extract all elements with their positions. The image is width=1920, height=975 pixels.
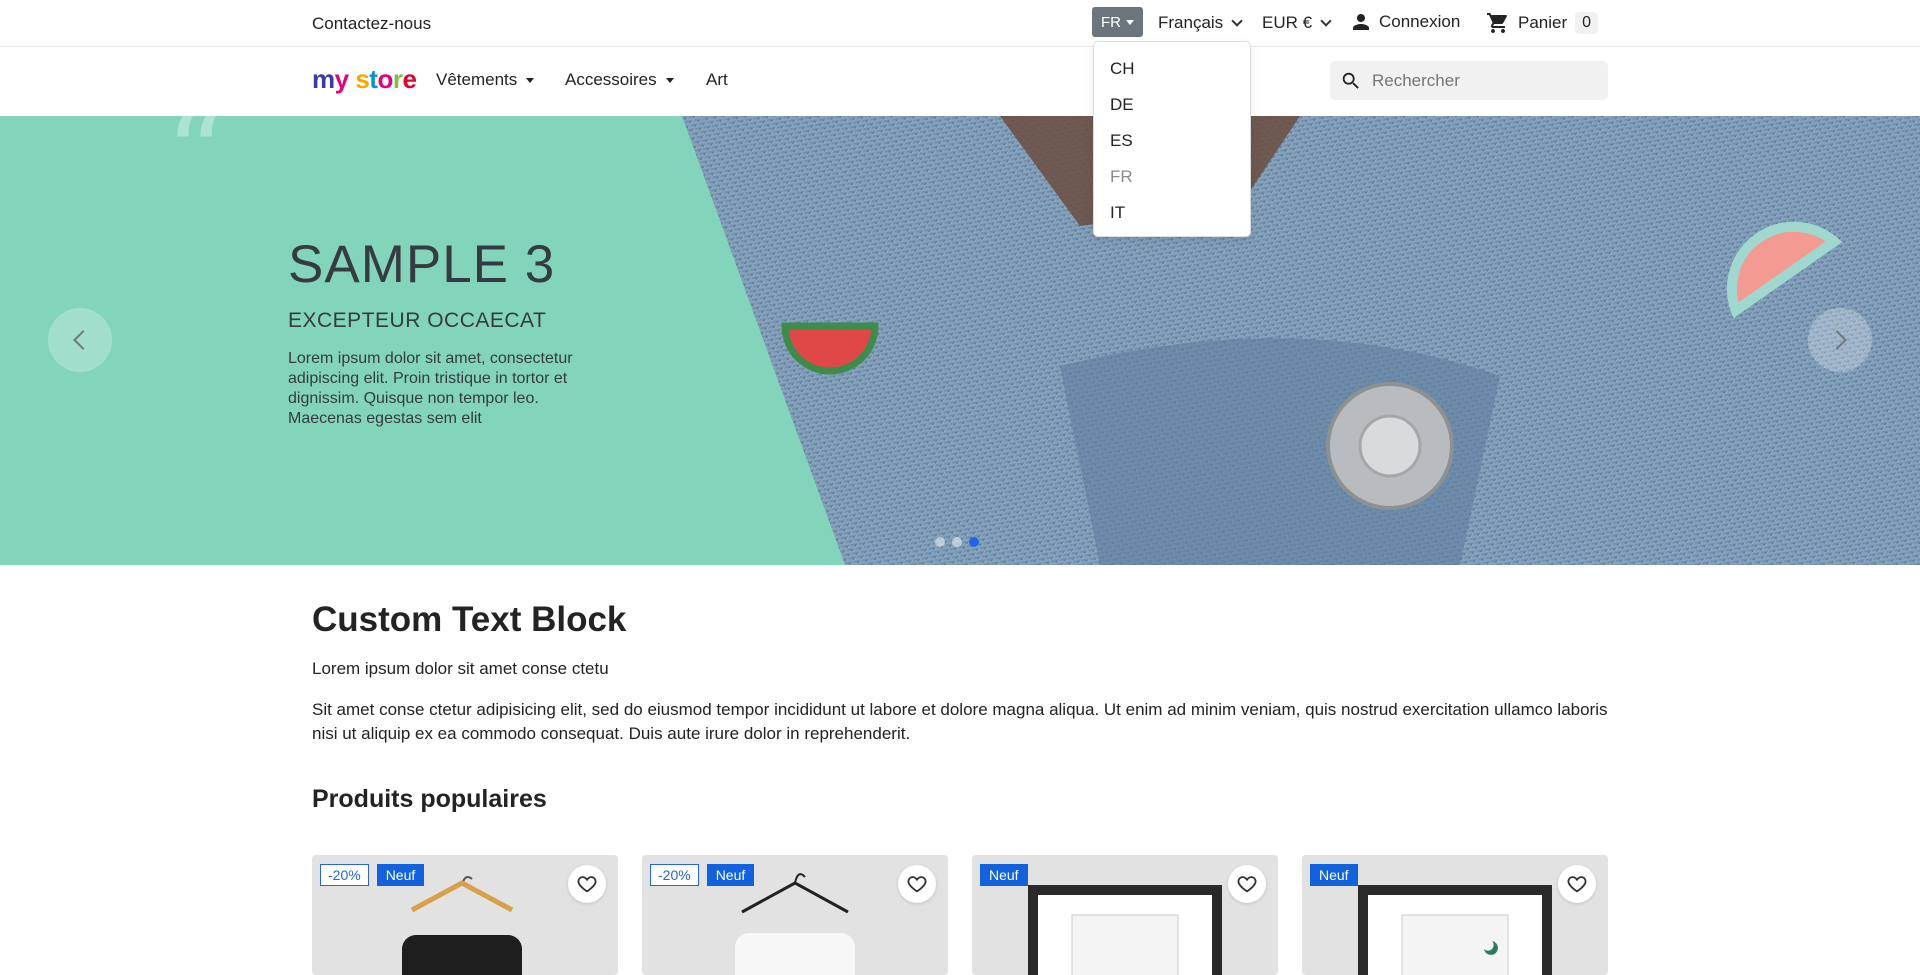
- language-label: Français: [1158, 13, 1224, 32]
- chevron-left-icon: [73, 330, 93, 350]
- custom-text-title: Custom Text Block: [312, 600, 627, 639]
- svg-text:“: “: [165, 116, 226, 225]
- new-badge: Neuf: [376, 864, 425, 886]
- slider-dot-2[interactable]: [952, 537, 962, 547]
- new-badge: Neuf: [706, 864, 755, 886]
- new-badge: Neuf: [1310, 864, 1358, 886]
- nav-item-art[interactable]: Art: [706, 70, 728, 90]
- caret-down-icon: [665, 77, 674, 83]
- slider-prev-button[interactable]: [48, 308, 112, 372]
- chevron-down-icon: [1320, 14, 1332, 27]
- hero-image: “: [0, 116, 1920, 565]
- cart-count-badge: 0: [1575, 12, 1599, 34]
- wishlist-button[interactable]: [898, 865, 936, 903]
- login-link[interactable]: Connexion: [1351, 12, 1460, 32]
- hero-title: SAMPLE 3: [288, 235, 556, 294]
- shopping-cart-icon: [1487, 13, 1507, 33]
- slider-indicators: [935, 537, 979, 547]
- heart-icon: [577, 876, 597, 893]
- language-dropdown-menu: CH DE ES FR IT: [1093, 41, 1251, 237]
- user-icon: [1353, 14, 1369, 30]
- search-input[interactable]: [1372, 70, 1592, 91]
- discount-badge: -20%: [650, 864, 699, 886]
- language-code-button[interactable]: FR: [1092, 7, 1143, 37]
- hero-description: Lorem ipsum dolor sit amet, consectetur …: [288, 350, 573, 427]
- currency-selector[interactable]: EUR €: [1262, 13, 1332, 33]
- product-card[interactable]: -20% Neuf: [642, 855, 948, 975]
- nav-item-vetements[interactable]: Vêtements: [436, 70, 535, 90]
- custom-text-body: Sit amet conse ctetur adipisicing elit, …: [312, 700, 1608, 743]
- heart-icon: [1237, 876, 1257, 893]
- heart-icon: [907, 876, 927, 893]
- top-bar: Contactez-nous FR Français EUR € Connexi…: [0, 0, 1920, 47]
- search-bar: [1330, 61, 1608, 100]
- caret-down-icon: [1126, 19, 1134, 25]
- product-card[interactable]: -20% Neuf: [312, 855, 618, 975]
- hero-subtitle: EXCEPTEUR OCCAECAT: [288, 309, 547, 332]
- popular-products-title: Produits populaires: [312, 785, 547, 813]
- login-label: Connexion: [1379, 12, 1461, 31]
- lang-option-it[interactable]: IT: [1094, 195, 1250, 231]
- lang-option-es[interactable]: ES: [1094, 123, 1250, 159]
- language-code-label: FR: [1101, 13, 1121, 31]
- nav-item-label: Accessoires: [565, 70, 657, 89]
- product-badges: Neuf: [980, 864, 1028, 886]
- wishlist-button[interactable]: [1228, 865, 1266, 903]
- search-icon[interactable]: [1340, 70, 1362, 92]
- slider-next-button[interactable]: [1808, 308, 1872, 372]
- product-badges: Neuf: [1310, 864, 1358, 886]
- contact-link[interactable]: Contactez-nous: [312, 14, 431, 34]
- currency-label: EUR €: [1262, 13, 1313, 32]
- slider-dot-1[interactable]: [935, 537, 945, 547]
- custom-text-lead: Lorem ipsum dolor sit amet conse ctetu: [312, 659, 609, 678]
- heart-icon: [1567, 876, 1587, 893]
- product-badges: -20% Neuf: [320, 864, 425, 886]
- nav-item-accessoires[interactable]: Accessoires: [565, 70, 674, 90]
- cart-link[interactable]: Panier 0: [1486, 11, 1599, 35]
- product-card[interactable]: Neuf: [972, 855, 1278, 975]
- caret-down-icon: [526, 77, 535, 83]
- language-selector[interactable]: Français: [1158, 13, 1243, 33]
- slider-dot-3[interactable]: [969, 537, 979, 547]
- product-badges: -20% Neuf: [650, 864, 755, 886]
- wishlist-button[interactable]: [568, 865, 606, 903]
- lang-option-de[interactable]: DE: [1094, 87, 1250, 123]
- nav-item-label: Vêtements: [436, 70, 518, 89]
- cart-label: Panier: [1518, 13, 1568, 32]
- discount-badge: -20%: [320, 864, 369, 886]
- chevron-down-icon: [1231, 14, 1243, 27]
- chevron-right-icon: [1827, 330, 1847, 350]
- store-logo[interactable]: my store: [312, 64, 417, 95]
- lang-option-ch[interactable]: CH: [1094, 51, 1250, 87]
- main-header: my store Vêtements Accessoires Art: [0, 48, 1920, 116]
- wishlist-button[interactable]: [1558, 865, 1596, 903]
- product-card[interactable]: Neuf: [1302, 855, 1608, 975]
- hero-slider: “ SAMPLE 3 EXCEPTEUR OCCAECAT Lorem ipsu…: [0, 116, 1920, 565]
- new-badge: Neuf: [980, 864, 1028, 886]
- lang-option-fr[interactable]: FR: [1094, 159, 1250, 195]
- nav-item-label: Art: [706, 70, 728, 89]
